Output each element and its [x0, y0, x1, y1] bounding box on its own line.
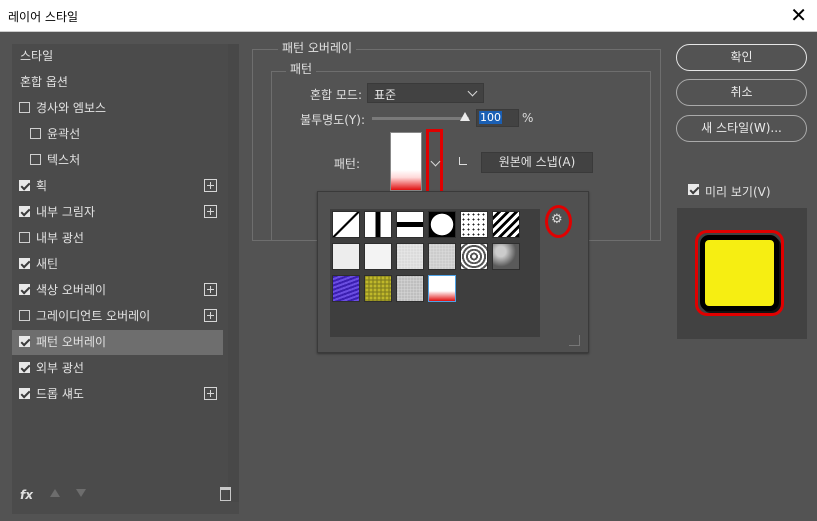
sidebar-item-label: 드롭 섀도	[36, 387, 84, 401]
pattern-cell-concentric-squares[interactable]	[460, 243, 488, 270]
resize-grip-icon[interactable]	[569, 335, 580, 346]
add-effect-icon[interactable]	[204, 387, 217, 400]
window-title: 레이어 스타일	[8, 10, 79, 24]
pattern-cell-stone-texture[interactable]	[492, 243, 520, 270]
title-bar: 레이어 스타일 ✕	[0, 0, 817, 32]
pattern-swatch[interactable]	[390, 132, 422, 191]
sidebar-item-label: 스타일	[20, 49, 54, 63]
opacity-slider[interactable]	[372, 117, 469, 120]
sidebar-item-label: 혼합 옵션	[20, 75, 68, 89]
sidebar-item[interactable]: 윤곽선	[12, 122, 223, 147]
sidebar-item[interactable]: 외부 광선	[12, 356, 223, 381]
opacity-unit: %	[522, 111, 534, 125]
sidebar-item[interactable]: 새틴	[12, 252, 223, 277]
add-effect-icon[interactable]	[204, 179, 217, 192]
style-sidebar: 스타일혼합 옵션경사와 엠보스윤곽선텍스처획내부 그림자내부 광선새틴색상 오버…	[12, 44, 239, 514]
pattern-cell-yellow-texture[interactable]	[364, 275, 392, 302]
opacity-label: 불투명도(Y):	[300, 113, 365, 127]
sidebar-item-label: 획	[36, 179, 48, 193]
sidebar-item-label: 색상 오버레이	[36, 283, 107, 297]
sidebar-item[interactable]: 색상 오버레이	[12, 278, 223, 303]
style-checkbox[interactable]	[19, 180, 30, 191]
sidebar-item-label: 윤곽선	[47, 127, 81, 141]
sidebar-item[interactable]: 경사와 엠보스	[12, 96, 223, 121]
layer-style-dialog: 스타일혼합 옵션경사와 엠보스윤곽선텍스처획내부 그림자내부 광선새틴색상 오버…	[0, 31, 817, 521]
sidebar-item[interactable]: 그레이디언트 오버레이	[12, 304, 223, 329]
sidebar-item-label: 패턴 오버레이	[36, 335, 107, 349]
style-checkbox[interactable]	[19, 206, 30, 217]
sidebar-scrollbar[interactable]	[228, 44, 239, 502]
pattern-cell-white-red-gradient[interactable]	[428, 275, 456, 302]
add-effect-icon[interactable]	[204, 205, 217, 218]
move-down-icon[interactable]	[76, 489, 86, 497]
style-checkbox[interactable]	[30, 154, 41, 165]
pattern-cell-diagonal-stripes[interactable]	[492, 211, 520, 238]
sidebar-toolbar: fx	[12, 481, 239, 509]
pattern-cell-horizontal-bar[interactable]	[396, 211, 424, 238]
style-checkbox[interactable]	[19, 362, 30, 373]
add-effect-icon[interactable]	[204, 283, 217, 296]
sidebar-item-label: 내부 광선	[36, 231, 84, 245]
pattern-cell-gray-grain[interactable]	[396, 275, 424, 302]
opacity-slider-handle[interactable]	[460, 112, 470, 121]
style-checkbox[interactable]	[19, 388, 30, 399]
pattern-grid	[330, 209, 540, 337]
pattern-cell-diagonal-line[interactable]	[332, 211, 360, 238]
sidebar-item[interactable]: 텍스처	[12, 148, 223, 173]
opacity-value: 100	[479, 111, 502, 124]
fx-button[interactable]: fx	[20, 488, 33, 502]
sidebar-item-label: 그레이디언트 오버레이	[36, 309, 151, 323]
pattern-cell-dots[interactable]	[460, 211, 488, 238]
sidebar-item-label: 새틴	[36, 257, 59, 271]
opacity-input[interactable]: 100	[476, 109, 519, 127]
sidebar-item-label: 내부 그림자	[36, 205, 96, 219]
style-checkbox[interactable]	[19, 310, 30, 321]
pattern-cell-light-gray-2[interactable]	[364, 243, 392, 270]
snap-to-origin-button[interactable]: 원본에 스냅(A)	[481, 152, 593, 173]
blend-mode-select[interactable]: 표준	[367, 83, 484, 103]
sidebar-item-label: 외부 광선	[36, 361, 84, 375]
subgroup-title: 패턴	[286, 60, 317, 77]
close-icon[interactable]: ✕	[790, 3, 807, 27]
style-checkbox[interactable]	[19, 232, 30, 243]
preview-label: 미리 보기(V)	[705, 185, 771, 199]
preview-highlight	[695, 230, 784, 316]
sidebar-item[interactable]: 혼합 옵션	[12, 70, 223, 95]
pattern-label: 패턴:	[333, 157, 360, 171]
style-checkbox[interactable]	[19, 258, 30, 269]
trash-icon[interactable]	[220, 487, 231, 501]
pattern-cell-black-frame[interactable]	[428, 211, 456, 238]
ok-button[interactable]: 확인	[676, 44, 807, 71]
style-checkbox[interactable]	[19, 336, 30, 347]
move-up-icon[interactable]	[50, 489, 60, 497]
style-checkbox[interactable]	[19, 102, 30, 113]
add-effect-icon[interactable]	[204, 309, 217, 322]
sidebar-item[interactable]: 획	[12, 174, 223, 199]
sidebar-item[interactable]: 내부 그림자	[12, 200, 223, 225]
sidebar-item[interactable]: 패턴 오버레이	[12, 330, 223, 355]
chevron-down-icon	[467, 86, 478, 97]
blend-mode-value: 표준	[374, 88, 397, 102]
gear-icon[interactable]: ⚙	[551, 212, 563, 227]
sidebar-item-label: 경사와 엠보스	[36, 101, 107, 115]
pattern-cell-purple-water[interactable]	[332, 275, 360, 302]
cancel-button[interactable]: 취소	[676, 79, 807, 106]
style-checkbox[interactable]	[30, 128, 41, 139]
pattern-cell-light-gray-1[interactable]	[332, 243, 360, 270]
new-style-button[interactable]: 새 스타일(W)...	[676, 115, 807, 142]
group-title: 패턴 오버레이	[278, 39, 357, 56]
sidebar-item-label: 텍스처	[47, 153, 81, 167]
sidebar-item[interactable]: 드롭 섀도	[12, 382, 223, 407]
blend-mode-label: 혼합 모드:	[309, 88, 362, 102]
pattern-cell-gray-noise-1[interactable]	[396, 243, 424, 270]
sidebar-item[interactable]: 스타일	[12, 44, 223, 69]
new-preset-icon[interactable]	[459, 157, 467, 165]
pattern-cell-vertical-bar[interactable]	[364, 211, 392, 238]
pattern-cell-gray-noise-2[interactable]	[428, 243, 456, 270]
preview-checkbox[interactable]	[688, 184, 699, 195]
style-checkbox[interactable]	[19, 284, 30, 295]
sidebar-item[interactable]: 내부 광선	[12, 226, 223, 251]
